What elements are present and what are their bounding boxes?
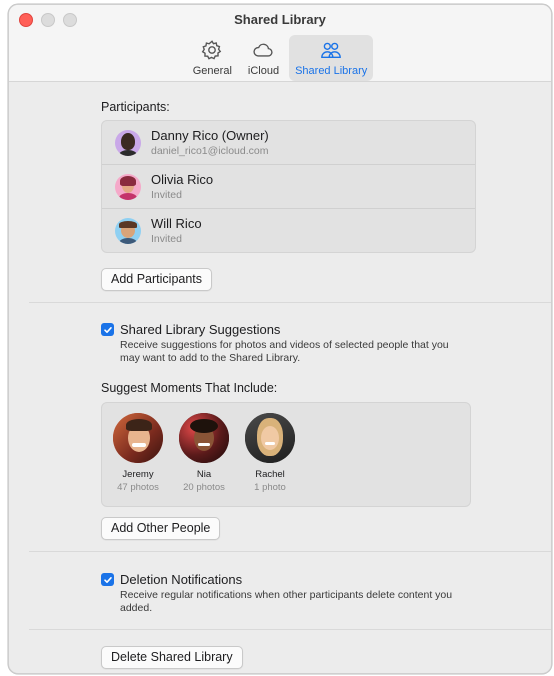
tab-icloud-label: iCloud (247, 65, 280, 77)
divider (29, 551, 551, 552)
delete-shared-library-button[interactable]: Delete Shared Library (101, 646, 243, 669)
divider (29, 302, 551, 303)
tab-general-label: General (192, 65, 232, 77)
participant-row[interactable]: Olivia Rico Invited (102, 165, 475, 209)
content-pane: Participants: Danny Rico (Owner) daniel_… (9, 82, 551, 673)
cloud-icon (253, 43, 274, 57)
deletion-description: Receive regular notifications when other… (120, 589, 453, 614)
gear-icon (201, 40, 222, 60)
add-participants-button[interactable]: Add Participants (101, 268, 213, 291)
divider (29, 629, 551, 630)
person-photo-count: 1 photo (254, 482, 286, 493)
person-item[interactable]: Jeremy 47 photos (108, 413, 168, 493)
person-item[interactable]: Nia 20 photos (174, 413, 234, 493)
suggestions-checkbox[interactable] (101, 323, 114, 336)
participant-row[interactable]: Danny Rico (Owner) daniel_rico1@icloud.c… (102, 121, 475, 165)
people-icon (321, 42, 342, 59)
avatar (245, 413, 295, 463)
participant-email: daniel_rico1@icloud.com (151, 145, 269, 157)
person-photo-count: 20 photos (183, 482, 225, 493)
moments-label: Suggest Moments That Include: (101, 381, 278, 395)
person-name: Rachel (255, 469, 285, 480)
participants-label: Participants: (101, 100, 170, 114)
moments-people-list: Jeremy 47 photos Nia 20 photos Rachel 1 … (101, 402, 471, 507)
avatar (115, 217, 141, 244)
person-item[interactable]: Rachel 1 photo (240, 413, 300, 493)
person-photo-count: 47 photos (117, 482, 159, 493)
participant-name: Will Rico (151, 216, 202, 231)
tab-general[interactable]: General (187, 35, 238, 81)
participant-name: Danny Rico (Owner) (151, 128, 269, 143)
avatar (115, 129, 141, 156)
deletion-checkbox[interactable] (101, 573, 114, 586)
window-title: Shared Library (234, 12, 326, 27)
checkmark-icon (103, 326, 112, 333)
participant-status: Invited (151, 233, 182, 245)
deletion-option: Deletion Notifications Receive regular n… (101, 572, 470, 615)
participant-row[interactable]: Will Rico Invited (102, 209, 475, 252)
participant-name: Olivia Rico (151, 172, 214, 187)
person-name: Nia (196, 469, 212, 480)
add-other-people-button[interactable]: Add Other People (101, 517, 221, 540)
suggestions-title: Shared Library Suggestions (120, 322, 281, 337)
avatar (179, 413, 229, 463)
tab-icloud[interactable]: iCloud (242, 35, 285, 81)
tab-shared-library[interactable]: Shared Library (289, 35, 374, 81)
participants-list: Danny Rico (Owner) daniel_rico1@icloud.c… (101, 120, 476, 253)
preference-tabs: General iCloud Shared Library (9, 35, 551, 81)
toolbar: Shared Library General iCloud Shared Lib… (9, 5, 551, 82)
settings-window: Shared Library General iCloud Shared Lib… (8, 4, 552, 674)
person-name: Jeremy (122, 469, 154, 480)
tab-shared-library-label: Shared Library (295, 65, 368, 77)
deletion-title: Deletion Notifications (120, 572, 243, 587)
avatar (113, 413, 163, 463)
suggestions-option: Shared Library Suggestions Receive sugge… (101, 322, 470, 365)
avatar (115, 173, 141, 200)
checkmark-icon (103, 576, 112, 583)
participant-status: Invited (151, 189, 182, 201)
suggestions-description: Receive suggestions for photos and video… (120, 339, 449, 364)
